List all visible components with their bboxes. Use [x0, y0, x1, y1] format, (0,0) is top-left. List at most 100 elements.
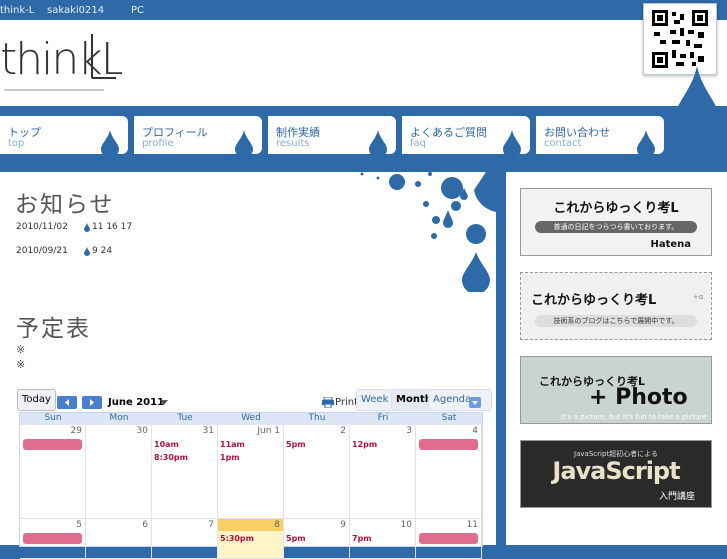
news-heading: お知らせ — [15, 192, 115, 218]
day-number[interactable]: 9 — [340, 520, 346, 530]
drop-icon — [84, 247, 90, 256]
week-view-tab[interactable]: Week — [356, 389, 394, 411]
all-day-event[interactable] — [23, 439, 82, 450]
next-month-button[interactable] — [82, 396, 102, 409]
calendar-event[interactable]: 8:30pm — [154, 453, 188, 462]
day-number[interactable]: 6 — [142, 520, 148, 530]
google-calendar: Today June 2011 Print Week Month Agenda … — [15, 385, 493, 559]
print-link[interactable]: Print — [335, 397, 358, 408]
top-bar: think-L sakaki0214 PC — [0, 0, 727, 20]
sidebar: これからゆっくり考L 普通の日記をつらつら書いております。 Hatena これか… — [506, 172, 727, 545]
calendar-day-cell[interactable]: 10 7pm — [350, 519, 416, 559]
calendar-day-cell[interactable]: 11 — [416, 519, 482, 559]
nav-item-top[interactable]: トップ top — [0, 116, 128, 158]
nav-sublabel: faq — [410, 138, 426, 149]
day-number[interactable]: 8 — [274, 520, 280, 530]
weekday-header: Mon — [86, 413, 152, 425]
site-name[interactable]: think-L — [0, 5, 34, 16]
calendar-day-cell[interactable]: 7 — [152, 519, 218, 559]
today-button[interactable]: Today — [17, 389, 56, 411]
banner-plus-photo: + Photo — [589, 385, 688, 410]
decorative-drops-icon — [360, 172, 496, 292]
calendar-day-cell[interactable]: 3 12pm — [350, 425, 416, 519]
nav-item-results[interactable]: 制作実績 results — [268, 116, 396, 158]
calendar-event[interactable]: 5pm — [286, 440, 306, 449]
calendar-day-cell[interactable]: 2 5pm — [284, 425, 350, 519]
all-day-event[interactable] — [23, 533, 82, 544]
nav-item-profile[interactable]: プロフィール profile — [134, 116, 262, 158]
calendar-day-cell[interactable]: 30 — [86, 425, 152, 519]
calendar-day-cell[interactable]: 31 10am 8:30pm — [152, 425, 218, 519]
calendar-day-cell[interactable]: 4 — [416, 425, 482, 519]
weekday-header: Fri — [350, 413, 416, 425]
nav-item-contact[interactable]: お問い合わせ contact — [536, 116, 664, 158]
calendar-toolbar: Today June 2011 Print Week Month Agenda — [15, 389, 493, 411]
username[interactable]: sakaki0214 — [47, 5, 104, 16]
calendar-event[interactable]: 10am — [154, 440, 179, 449]
drop-icon — [101, 130, 119, 158]
schedule-note-2: ※ — [16, 358, 26, 371]
calendar-day-cell[interactable]: Jun 1 11am 1pm — [218, 425, 284, 519]
schedule-note-1: ※ — [16, 343, 26, 356]
day-number[interactable]: 2 — [340, 426, 346, 436]
nav-sublabel: contact — [544, 138, 582, 149]
news-date: 2010/11/02 — [16, 222, 68, 232]
weekday-header: Sat — [416, 413, 482, 425]
calendar-grid: Sun Mon Tue Wed Thu Fri Sat 29 30 31 10am 8:30pm Jun… — [19, 412, 483, 559]
calendar-event[interactable]: 11am — [220, 440, 245, 449]
drop-icon — [369, 130, 387, 158]
day-number[interactable]: Jun 1 — [257, 426, 280, 436]
photo-blog-banner[interactable]: これからゆっくり考L + Photo It's a picture, but i… — [520, 356, 712, 424]
day-number[interactable]: 30 — [137, 426, 148, 436]
tech-blog-banner[interactable]: これからゆっくり考L +α 技術系のブログはこちらで展開中です。 — [520, 272, 712, 340]
hatena-brand: Hatena — [650, 239, 691, 250]
calendar-event[interactable]: 1pm — [220, 453, 240, 462]
calendar-day-cell[interactable]: 6 — [86, 519, 152, 559]
prev-month-button[interactable] — [57, 396, 77, 409]
nav-sublabel: top — [8, 138, 25, 149]
day-number[interactable]: 10 — [401, 520, 412, 530]
calendar-event[interactable]: 7pm — [352, 534, 372, 543]
chevron-down-icon[interactable] — [160, 400, 168, 406]
news-date: 2010/09/21 — [16, 246, 68, 256]
printer-icon[interactable] — [322, 397, 334, 408]
calendar-event[interactable]: 12pm — [352, 440, 377, 449]
hatena-blog-banner[interactable]: これからゆっくり考L 普通の日記をつらつら書いております。 Hatena — [520, 188, 712, 256]
weekday-header: Tue — [152, 413, 218, 425]
calendar-month-title: June 2011 — [108, 397, 165, 408]
calendar-day-cell[interactable]: 29 — [20, 425, 86, 519]
calendar-day-cell[interactable]: 9 5pm — [284, 519, 350, 559]
chevron-down-icon — [472, 401, 478, 405]
qr-code — [643, 3, 717, 75]
weekday-header: Wed — [218, 413, 284, 425]
day-number[interactable]: 29 — [71, 426, 82, 436]
javascript-course-banner[interactable]: JavaScript超初心者による JavaScript 入門講座 — [520, 440, 712, 508]
banner-title: JavaScript — [552, 457, 680, 485]
day-number[interactable]: 31 — [203, 426, 214, 436]
chevron-left-icon — [65, 399, 69, 406]
weekday-header: Thu — [284, 413, 350, 425]
pc-mode-link[interactable]: PC — [131, 5, 144, 16]
day-number[interactable]: 7 — [208, 520, 214, 530]
agenda-view-tab[interactable]: Agenda — [428, 389, 493, 411]
calendar-event[interactable]: 5pm — [286, 534, 306, 543]
drop-icon — [84, 223, 90, 232]
all-day-event[interactable] — [419, 533, 478, 544]
all-day-event[interactable] — [419, 439, 478, 450]
day-number[interactable]: 3 — [406, 426, 412, 436]
calendar-options-button[interactable] — [469, 397, 481, 408]
day-number[interactable]: 4 — [472, 426, 478, 436]
news-item[interactable]: 2010/11/02 11 16 17 — [16, 222, 132, 232]
day-number[interactable]: 11 — [467, 520, 478, 530]
news-item[interactable]: 2010/09/21 9 24 — [16, 246, 112, 256]
day-number[interactable]: 5 — [76, 520, 82, 530]
chevron-right-icon — [90, 399, 94, 406]
nav-sublabel: results — [276, 138, 310, 149]
calendar-event[interactable]: 5:30pm — [220, 534, 254, 543]
nav-item-faq[interactable]: よくあるご質問 faq — [402, 116, 530, 158]
calendar-day-cell[interactable]: 5 — [20, 519, 86, 559]
weekday-header: Sun — [20, 413, 86, 425]
calendar-day-cell[interactable]: 8 5:30pm — [218, 519, 284, 559]
site-logo[interactable]: thinkL — [0, 28, 127, 98]
news-text: 11 16 17 — [92, 222, 133, 232]
